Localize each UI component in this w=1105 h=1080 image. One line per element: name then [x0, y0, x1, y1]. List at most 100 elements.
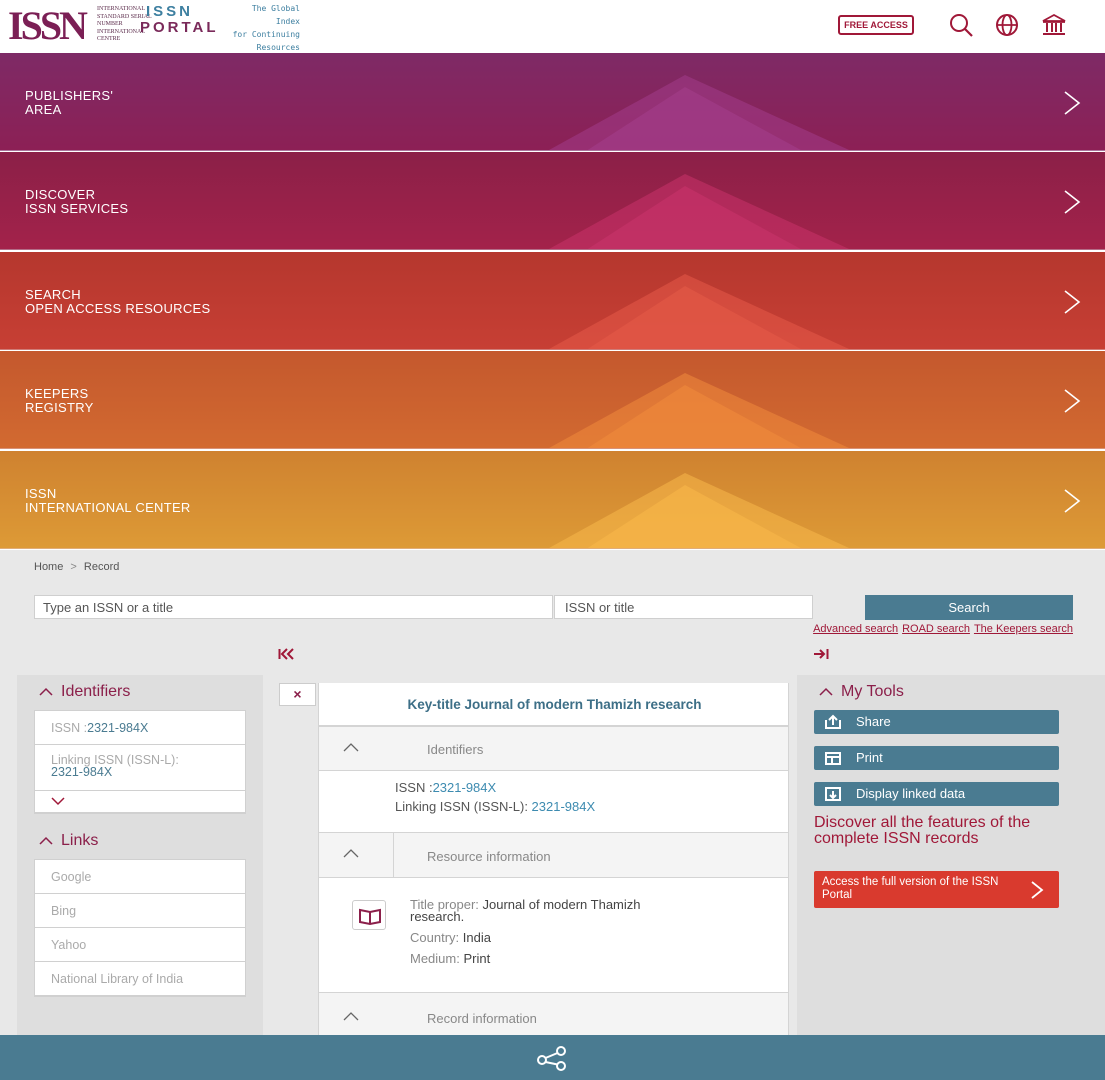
country: Country: India	[410, 930, 491, 945]
share-label: Share	[856, 714, 891, 729]
print-button[interactable]: Print	[814, 746, 1059, 770]
linking-issn-row: Linking ISSN (ISSN-L): 2321-984X	[35, 745, 245, 791]
key-title: Key-title Journal of modern Thamizh rese…	[319, 683, 788, 726]
chevron-right-icon[interactable]	[1062, 288, 1082, 316]
chevron-up-icon	[39, 687, 53, 696]
resource-section-header[interactable]: Resource information	[319, 832, 788, 878]
chevron-down-icon	[51, 797, 65, 806]
chevron-right-icon[interactable]	[1062, 188, 1082, 216]
tools-sidebar: My Tools Share Print Display linked data…	[797, 675, 1105, 1035]
free-access-button[interactable]: FREE ACCESS	[838, 15, 914, 35]
share-upload-icon	[825, 714, 841, 729]
links-heading: Links	[61, 832, 99, 849]
chevron-up-icon	[819, 687, 833, 696]
chevron-right-icon[interactable]	[1062, 387, 1082, 415]
linked-data-button[interactable]: Display linked data	[814, 782, 1059, 806]
link-yahoo[interactable]: Yahoo	[35, 928, 245, 962]
links-toggle[interactable]: Links	[39, 832, 98, 850]
share-icon[interactable]	[536, 1045, 568, 1071]
banner-triangle-decoration	[549, 373, 850, 449]
issn-row: ISSN :2321-984X	[35, 711, 245, 745]
share-button[interactable]: Share	[814, 710, 1059, 734]
search-icon[interactable]	[947, 11, 975, 39]
portal-tagline: The Global Index for Continuing Resource…	[228, 2, 300, 54]
search-button[interactable]: Search	[865, 595, 1073, 620]
discover-features-text: Discover all the features of the complet…	[814, 814, 1031, 847]
my-tools-heading: My Tools	[841, 683, 904, 700]
title-proper-value-cont: research.	[410, 909, 465, 924]
last-record-icon[interactable]	[813, 648, 829, 660]
link-national-library-india[interactable]: National Library of India	[35, 962, 245, 996]
banner-label: PUBLISHERS' AREA	[25, 88, 114, 117]
tagline-line1: The Global Index	[251, 4, 300, 26]
issn-value[interactable]: 2321-984X	[87, 721, 148, 735]
banner-label: SEARCH OPEN ACCESS RESOURCES	[25, 286, 211, 316]
download-icon	[825, 787, 841, 801]
linked-data-label: Display linked data	[856, 786, 966, 801]
road-search-link[interactable]: ROAD search	[902, 623, 970, 635]
chevron-right-icon	[1031, 881, 1044, 899]
publishers-area-banner[interactable]: PUBLISHERS' AREA	[0, 53, 1105, 151]
full-version-label: Access the full version of the ISSN Port…	[822, 876, 999, 901]
record-linking-value[interactable]: 2321-984X	[532, 799, 596, 814]
search-links: Advanced search ROAD search The Keepers se…	[600, 623, 1073, 635]
country-label: Country:	[410, 930, 463, 945]
breadcrumb-home[interactable]: Home	[34, 561, 63, 573]
tagline-line2: for Continuing	[232, 30, 300, 39]
banner-triangle-decoration	[549, 174, 850, 250]
left-sidebar: Identifiers ISSN :2321-984X Linking ISSN…	[17, 675, 263, 1035]
search-input[interactable]	[34, 595, 553, 619]
portal-logo-line2: PORTAL	[140, 19, 219, 36]
link-bing[interactable]: Bing	[35, 894, 245, 928]
keepers-search-link[interactable]: The Keepers search	[974, 623, 1073, 635]
book-icon	[352, 900, 386, 930]
footer-bar	[0, 1035, 1105, 1080]
identifiers-toggle[interactable]: Identifiers	[39, 683, 130, 701]
banner-label: DISCOVER ISSN SERVICES	[25, 187, 129, 217]
my-tools-toggle[interactable]: My Tools	[819, 683, 904, 701]
discover-services-banner[interactable]: DISCOVER ISSN SERVICES	[0, 152, 1105, 251]
medium-value: Print	[463, 951, 491, 966]
chevron-right-icon[interactable]	[1062, 487, 1082, 515]
banner-triangle-decoration	[549, 273, 850, 349]
record-linking-label: Linking ISSN (ISSN-L):	[395, 799, 532, 814]
expand-identifiers[interactable]	[35, 791, 245, 813]
banner-triangle-decoration	[549, 75, 850, 150]
title-proper: Title proper: Journal of modern Thamizh r…	[410, 898, 641, 924]
resource-section-title: Resource information	[427, 849, 551, 864]
search-type-select[interactable]: ISSN or title	[554, 595, 813, 619]
identifiers-section-header[interactable]: Identifiers	[319, 726, 788, 771]
linking-issn-value[interactable]: 2321-984X	[51, 765, 112, 779]
identifiers-section-title: Identifiers	[427, 742, 484, 757]
first-record-icon[interactable]	[278, 648, 294, 660]
keepers-registry-banner[interactable]: KEEPERS REGISTRY	[0, 351, 1105, 450]
chevron-up-icon	[343, 849, 359, 858]
close-record-button[interactable]: ×	[279, 683, 316, 706]
portal-logo-line1: ISSN	[146, 3, 194, 20]
banner-label: KEEPERS REGISTRY	[25, 386, 94, 416]
link-google[interactable]: Google	[35, 860, 245, 894]
banner-triangle-decoration	[549, 472, 850, 548]
banner-label: ISSN INTERNATIONAL CENTER	[25, 485, 191, 515]
issn-logo[interactable]: ISSN	[8, 6, 88, 46]
record-issn-value[interactable]: 2321-984X	[433, 780, 497, 795]
breadcrumb-current: Record	[83, 561, 120, 573]
record-panel: Key-title Journal of modern Thamizh rese…	[318, 683, 789, 1035]
links-list: Google Bing Yahoo National Library of In…	[34, 859, 246, 997]
record-linking-issn: Linking ISSN (ISSN-L): 2321-984X	[395, 799, 595, 814]
portal-logo[interactable]: ISSN PORTAL	[140, 4, 219, 36]
globe-icon[interactable]	[993, 11, 1021, 39]
open-access-banner[interactable]: SEARCH OPEN ACCESS RESOURCES	[0, 251, 1105, 350]
breadcrumb: Home > Record	[34, 561, 119, 573]
chevron-right-icon[interactable]	[1062, 89, 1082, 117]
chevron-up-icon	[343, 1012, 359, 1021]
print-label: Print	[856, 750, 883, 765]
full-version-button[interactable]: Access the full version of the ISSN Port…	[814, 871, 1059, 908]
record-info-section-header[interactable]: Record information	[319, 992, 788, 1035]
international-center-banner[interactable]: ISSN INTERNATIONAL CENTER	[0, 450, 1105, 549]
advanced-search-link[interactable]: Advanced search	[813, 623, 898, 635]
issn-label: ISSN :	[51, 721, 88, 735]
institution-icon[interactable]	[1040, 11, 1068, 39]
record-info-section-title: Record information	[427, 1011, 537, 1026]
medium-label: Medium:	[410, 951, 464, 966]
